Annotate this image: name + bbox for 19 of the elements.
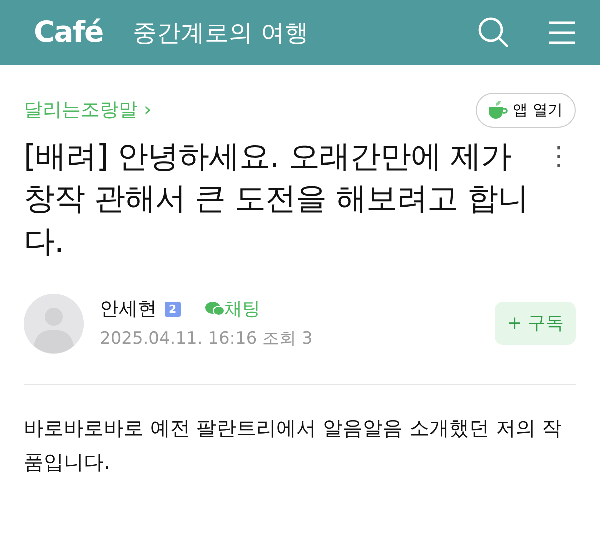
cup-icon	[487, 100, 510, 120]
cafe-logo[interactable]: Café	[34, 10, 104, 54]
more-button[interactable]: ⋮	[542, 144, 576, 170]
chat-icon	[204, 301, 225, 318]
subscribe-button[interactable]: + 구독	[495, 302, 576, 346]
open-app-button[interactable]: 앱 열기	[476, 93, 576, 128]
view-count: 조회 3	[262, 329, 313, 350]
menu-icon	[548, 20, 576, 44]
post-body: 바로바로바로 예전 팔란트리에서 알음알음 소개했던 저의 작품입니다.	[24, 414, 564, 476]
post-date: 2025.04.11. 16:16	[100, 329, 258, 350]
board-link[interactable]: 달리는조랑말 ›	[24, 96, 152, 124]
menu-button[interactable]	[548, 20, 576, 44]
post-title: [배려] 안녕하세요. 오래간만에 제가 창작 관해서 큰 도전을 해보려고 합니다.	[24, 138, 530, 262]
cafe-name[interactable]: 중간계로의 여행	[133, 14, 309, 50]
search-button[interactable]	[478, 16, 510, 48]
level-badge: 2	[165, 302, 181, 317]
author-name[interactable]: 안세현	[100, 294, 157, 324]
search-icon	[478, 16, 510, 48]
chat-button[interactable]: 채팅	[204, 296, 261, 323]
